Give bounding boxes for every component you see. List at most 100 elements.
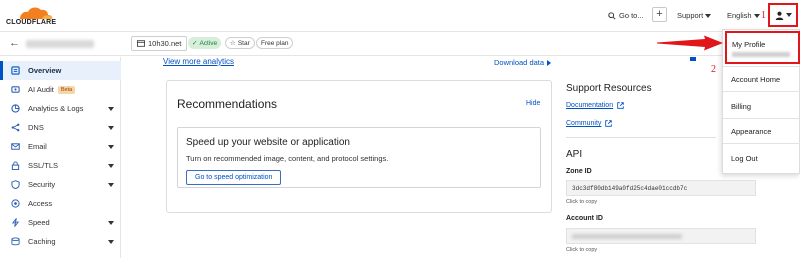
- check-icon: ✓: [192, 40, 198, 47]
- documentation-label: Documentation: [566, 102, 614, 109]
- download-data-link[interactable]: Download data: [494, 58, 552, 67]
- api-title: API: [566, 149, 583, 160]
- sidebar-item-access[interactable]: Access: [0, 194, 121, 213]
- plan-label: Free plan: [261, 39, 289, 47]
- email-icon: [10, 142, 20, 152]
- speed-recommendation: Speed up your website or application Tur…: [177, 127, 541, 188]
- sidebar: Overview AI Audit Beta Analytics & Logs …: [0, 57, 121, 258]
- search-icon: [608, 11, 616, 20]
- sidebar-item-ssl-tls[interactable]: SSL/TLS: [0, 156, 121, 175]
- billing-menu-item[interactable]: Billing: [731, 102, 751, 111]
- caching-icon: [10, 237, 20, 247]
- documentation-link[interactable]: Documentation: [566, 102, 624, 109]
- zone-id-value: 3dc3df80db149a0fd25c4dae01ccdb7c: [572, 184, 688, 192]
- status-badge: ✓ Active: [188, 37, 222, 49]
- annotation-arrow-icon: [657, 35, 723, 51]
- status-label: Active: [199, 39, 218, 47]
- sidebar-item-label: AI Audit: [28, 85, 54, 94]
- overview-icon: [10, 66, 20, 76]
- hide-link[interactable]: Hide: [526, 100, 540, 107]
- dns-icon: [10, 123, 20, 133]
- sidebar-item-dns[interactable]: DNS: [0, 118, 121, 137]
- my-profile-menu-item[interactable]: My Profile: [725, 31, 800, 64]
- recommendations-title: Recommendations: [177, 97, 278, 111]
- account-home-menu-item[interactable]: Account Home: [731, 75, 780, 84]
- zone-id-label: Zone ID: [566, 168, 592, 175]
- user-menu-button[interactable]: [768, 3, 798, 27]
- star-button[interactable]: ☆ Star: [225, 37, 255, 49]
- support-resources-title: Support Resources: [566, 83, 652, 94]
- sidebar-item-label: Email: [28, 142, 47, 151]
- go-to-speed-optimization-button[interactable]: Go to speed optimization: [186, 170, 282, 185]
- star-icon: ☆: [230, 40, 236, 47]
- lock-icon: [10, 161, 20, 171]
- goto-label: Go to...: [619, 11, 644, 20]
- goto-search[interactable]: Go to...: [608, 11, 644, 20]
- sidebar-item-email[interactable]: Email: [0, 137, 121, 156]
- star-label: Star: [237, 39, 250, 47]
- speed-recommendation-title: Speed up your website or application: [186, 137, 350, 148]
- chevron-down-icon: [108, 107, 114, 111]
- brand-wordmark: CLOUDFLARE: [6, 19, 57, 26]
- log-out-menu-item[interactable]: Log Out: [731, 154, 758, 163]
- chevron-down-icon: [108, 126, 114, 130]
- speed-recommendation-description: Turn on recommended image, content, and …: [186, 154, 389, 163]
- external-link-icon: [617, 102, 624, 109]
- user-icon: [775, 11, 783, 20]
- support-menu[interactable]: Support: [677, 11, 712, 20]
- sidebar-item-label: SSL/TLS: [28, 161, 59, 170]
- back-arrow-icon[interactable]: ←: [9, 37, 20, 49]
- chevron-down-icon: [753, 13, 760, 18]
- ai-audit-icon: [10, 85, 20, 95]
- menu-divider: [723, 143, 800, 144]
- view-more-analytics-link[interactable]: View more analytics: [163, 57, 234, 66]
- chevron-down-icon: [108, 221, 114, 225]
- beta-badge: Beta: [57, 85, 76, 94]
- sidebar-item-security[interactable]: Security: [0, 175, 121, 194]
- appearance-menu-item[interactable]: Appearance: [731, 127, 771, 136]
- recommendations-card: Recommendations Hide Speed up your websi…: [166, 80, 552, 213]
- annotation-number-1: 1: [761, 10, 766, 21]
- access-icon: [10, 199, 20, 209]
- sidebar-item-label: Speed: [28, 218, 50, 227]
- sidebar-item-label: Overview: [28, 66, 62, 75]
- shield-icon: [10, 180, 20, 190]
- click-to-copy-hint: Click to copy: [566, 199, 598, 205]
- add-button[interactable]: +: [652, 7, 667, 22]
- click-to-copy-hint: Click to copy: [566, 247, 598, 253]
- chevron-down-icon: [785, 13, 792, 17]
- sidebar-item-label: DNS: [28, 123, 44, 132]
- sidebar-item-analytics[interactable]: Analytics & Logs: [0, 99, 121, 118]
- zone-selector[interactable]: 10h30.net: [131, 36, 188, 51]
- sidebar-item-label: Security: [28, 180, 56, 189]
- language-label: English: [727, 11, 752, 20]
- browser-window-icon: [137, 40, 145, 47]
- speed-icon: [10, 218, 20, 228]
- sidebar-item-caching[interactable]: Caching: [0, 232, 121, 251]
- account-id-field[interactable]: [566, 228, 756, 244]
- scroll-indicator: [690, 57, 696, 61]
- language-menu[interactable]: English: [727, 11, 760, 20]
- zone-id-field[interactable]: 3dc3df80db149a0fd25c4dae01ccdb7c: [566, 180, 756, 196]
- analytics-icon: [10, 104, 20, 114]
- plus-icon: +: [656, 8, 663, 20]
- my-profile-label: My Profile: [732, 40, 766, 49]
- sidebar-item-label: Analytics & Logs: [28, 104, 84, 113]
- sidebar-item-speed[interactable]: Speed: [0, 213, 121, 232]
- account-id-redacted: [572, 234, 682, 239]
- account-name-redacted: [26, 40, 94, 48]
- community-label: Community: [566, 120, 602, 127]
- community-link[interactable]: Community: [566, 120, 613, 127]
- annotation-number-2: 2: [711, 64, 716, 75]
- user-email-redacted: [732, 52, 790, 57]
- top-navigation-bar: CLOUDFLARE Go to... + Support English 1: [0, 0, 800, 32]
- sidebar-item-ai-audit[interactable]: AI Audit Beta: [0, 80, 121, 99]
- chevron-down-icon: [108, 240, 114, 244]
- sidebar-item-overview[interactable]: Overview: [0, 61, 121, 80]
- menu-divider: [723, 91, 800, 92]
- chevron-down-icon: [108, 164, 114, 168]
- sidebar-item-label: Access: [28, 199, 53, 208]
- sidebar-item-label: Caching: [28, 237, 56, 246]
- user-dropdown-menu: My Profile Account Home Billing Appearan…: [722, 29, 800, 174]
- plan-badge: Free plan: [256, 37, 294, 49]
